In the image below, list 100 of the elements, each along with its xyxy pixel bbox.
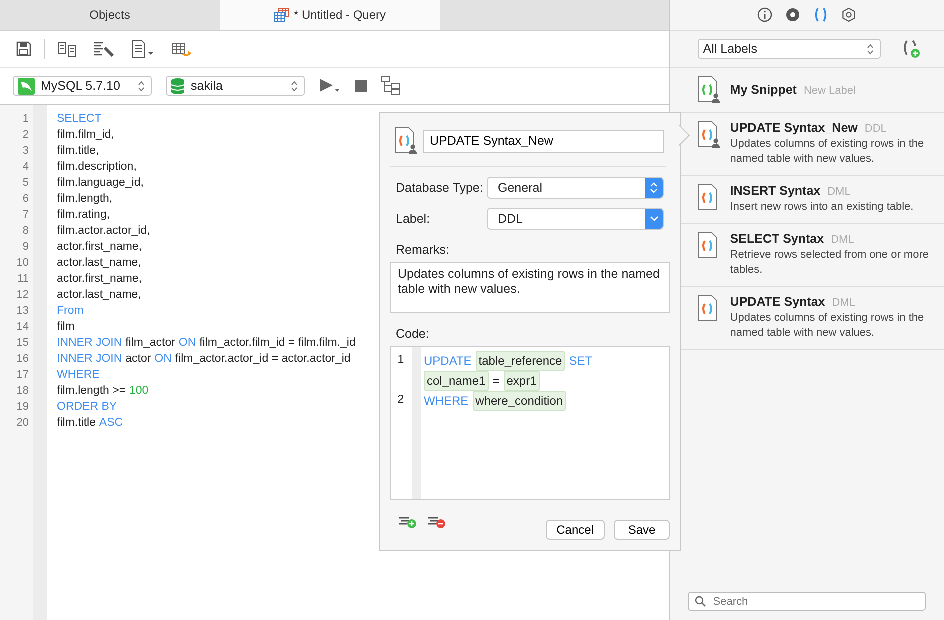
code-line: film.description, [57, 160, 137, 175]
chevron-down-icon [650, 216, 658, 222]
code-line: INNER JOIN actor ON film_actor.actor_id = actor.actor_id [57, 352, 351, 367]
line-number: 2 [396, 392, 406, 408]
code-line: film [57, 320, 75, 335]
updown-icon [650, 182, 658, 194]
cancel-button[interactable]: Cancel [546, 520, 605, 540]
remarks-field[interactable]: Updates columns of existing rows in the named table with new values. [390, 262, 670, 312]
code-line: SELECT [57, 112, 102, 127]
line-number: 5 [22, 176, 30, 191]
line-number: 19 [16, 400, 30, 415]
snippet-file-icon [698, 295, 720, 323]
field-label: Label: [396, 212, 432, 226]
snippet-title[interactable]: INSERT Syntax [730, 184, 821, 198]
snippet-title[interactable]: UPDATE Syntax_New [730, 121, 858, 135]
tab[interactable]: Objects [0, 0, 220, 30]
line-number: 10 [16, 256, 30, 271]
tab[interactable]: * Untitled - Query [220, 0, 440, 30]
run-icon[interactable] [319, 78, 341, 94]
code-line: ORDER BY [57, 400, 118, 415]
line-number: 16 [16, 352, 30, 367]
line-number: 12 [16, 288, 30, 303]
code-line: film.title, [57, 144, 100, 159]
snippet-label: DML [828, 186, 851, 198]
code-line: film.length >= 100 [57, 384, 149, 399]
eye-icon[interactable] [784, 7, 802, 23]
add-line-icon[interactable] [398, 515, 418, 529]
line-number: 1 [22, 112, 30, 127]
snippet-file-icon [698, 232, 720, 260]
updown-icon [138, 80, 145, 92]
info-icon[interactable] [756, 7, 774, 23]
snippet-label: DML [831, 234, 854, 246]
snippet-file-icon [698, 184, 720, 212]
database-type-select[interactable]: General [487, 176, 664, 199]
code-line: From [57, 304, 84, 319]
format-icon[interactable] [93, 41, 115, 57]
snippet-label: DDL [864, 123, 887, 135]
label-select[interactable]: DDL [487, 208, 664, 230]
updown-icon [291, 80, 298, 92]
line-number: 4 [22, 160, 30, 175]
line-number: 13 [16, 304, 30, 319]
snippet-title[interactable]: My Snippet [730, 83, 797, 97]
line-number: 15 [16, 336, 30, 351]
line-number: 11 [16, 272, 30, 287]
line-number: 1 [396, 352, 406, 368]
line-number: 9 [22, 240, 30, 255]
snippet-label: New Label [804, 85, 856, 97]
save-button[interactable]: Save [614, 520, 670, 540]
snippet-description: Retrieve rows selected from one or more tables. [730, 248, 930, 278]
database-icon [171, 78, 185, 94]
document-icon[interactable] [131, 40, 155, 58]
connection-select[interactable]: MySQL 5.7.10 [13, 76, 152, 96]
add-snippet-icon[interactable] [901, 39, 922, 59]
line-number: 8 [22, 224, 30, 239]
field-label: Database Type: [396, 180, 484, 195]
code-field[interactable]: 1 UPDATE table_reference SET col_name1 = expr1 2 WHERE where_condition [390, 346, 670, 500]
line-number: 14 [16, 320, 30, 335]
save-icon[interactable] [16, 41, 32, 57]
code-line: film.actor.actor_id, [57, 224, 150, 239]
search-icon [695, 596, 706, 607]
line-number: 18 [16, 384, 30, 399]
remarks-label: Remarks: [395, 242, 450, 257]
code-line: actor.first_name, [57, 272, 142, 287]
label-filter-select[interactable]: All Labels [698, 39, 882, 59]
code-line: actor.last_name, [57, 288, 142, 303]
code-line: film.language_id, [57, 176, 144, 191]
line-number: 17 [16, 368, 30, 383]
columns-icon[interactable] [57, 41, 77, 57]
code-line: film.film_id, [57, 128, 115, 143]
code-line: WHERE [57, 368, 100, 383]
line-number: 20 [16, 416, 30, 431]
user-snippet-icon [698, 76, 720, 104]
code-label: Code: [395, 326, 430, 340]
snippet-description: Updates columns of existing rows in the named table with new values. [730, 311, 926, 341]
snippet-title[interactable]: UPDATE Syntax [730, 295, 826, 309]
snippet-label: DML [832, 297, 856, 309]
line-number: 6 [22, 192, 30, 207]
snippet-description: Insert new rows into an existing table. [730, 200, 915, 215]
code-line: actor.first_name, [57, 240, 142, 255]
remove-line-icon[interactable] [427, 515, 447, 529]
code-line: INNER JOIN film_actor ON film_actor.film_id = film.film._id [57, 336, 356, 351]
code-line: film.title ASC [57, 416, 124, 431]
explain-icon[interactable] [381, 76, 401, 96]
table-icon [274, 8, 290, 22]
updown-icon [867, 44, 874, 54]
snippet-title[interactable]: SELECT Syntax [730, 232, 824, 246]
line-number: 7 [22, 208, 30, 223]
database-select[interactable]: sakila [166, 76, 305, 96]
code-line: actor.last_name, [57, 256, 142, 271]
code-line: WHERE where_condition [424, 390, 649, 410]
line-number: 2 [22, 128, 30, 143]
snippet-description: Updates columns of existing rows in the named table with new values. [730, 137, 926, 167]
code-line: film.rating, [57, 208, 110, 223]
line-number: 3 [22, 144, 30, 159]
hexagon-icon[interactable] [840, 7, 858, 23]
user-snippet-icon [698, 121, 720, 149]
search-field[interactable]: Search [688, 592, 926, 611]
name-field[interactable]: UPDATE Syntax_New [423, 130, 664, 152]
user-snippet-icon [395, 127, 417, 155]
code-line: film.length, [57, 192, 113, 207]
